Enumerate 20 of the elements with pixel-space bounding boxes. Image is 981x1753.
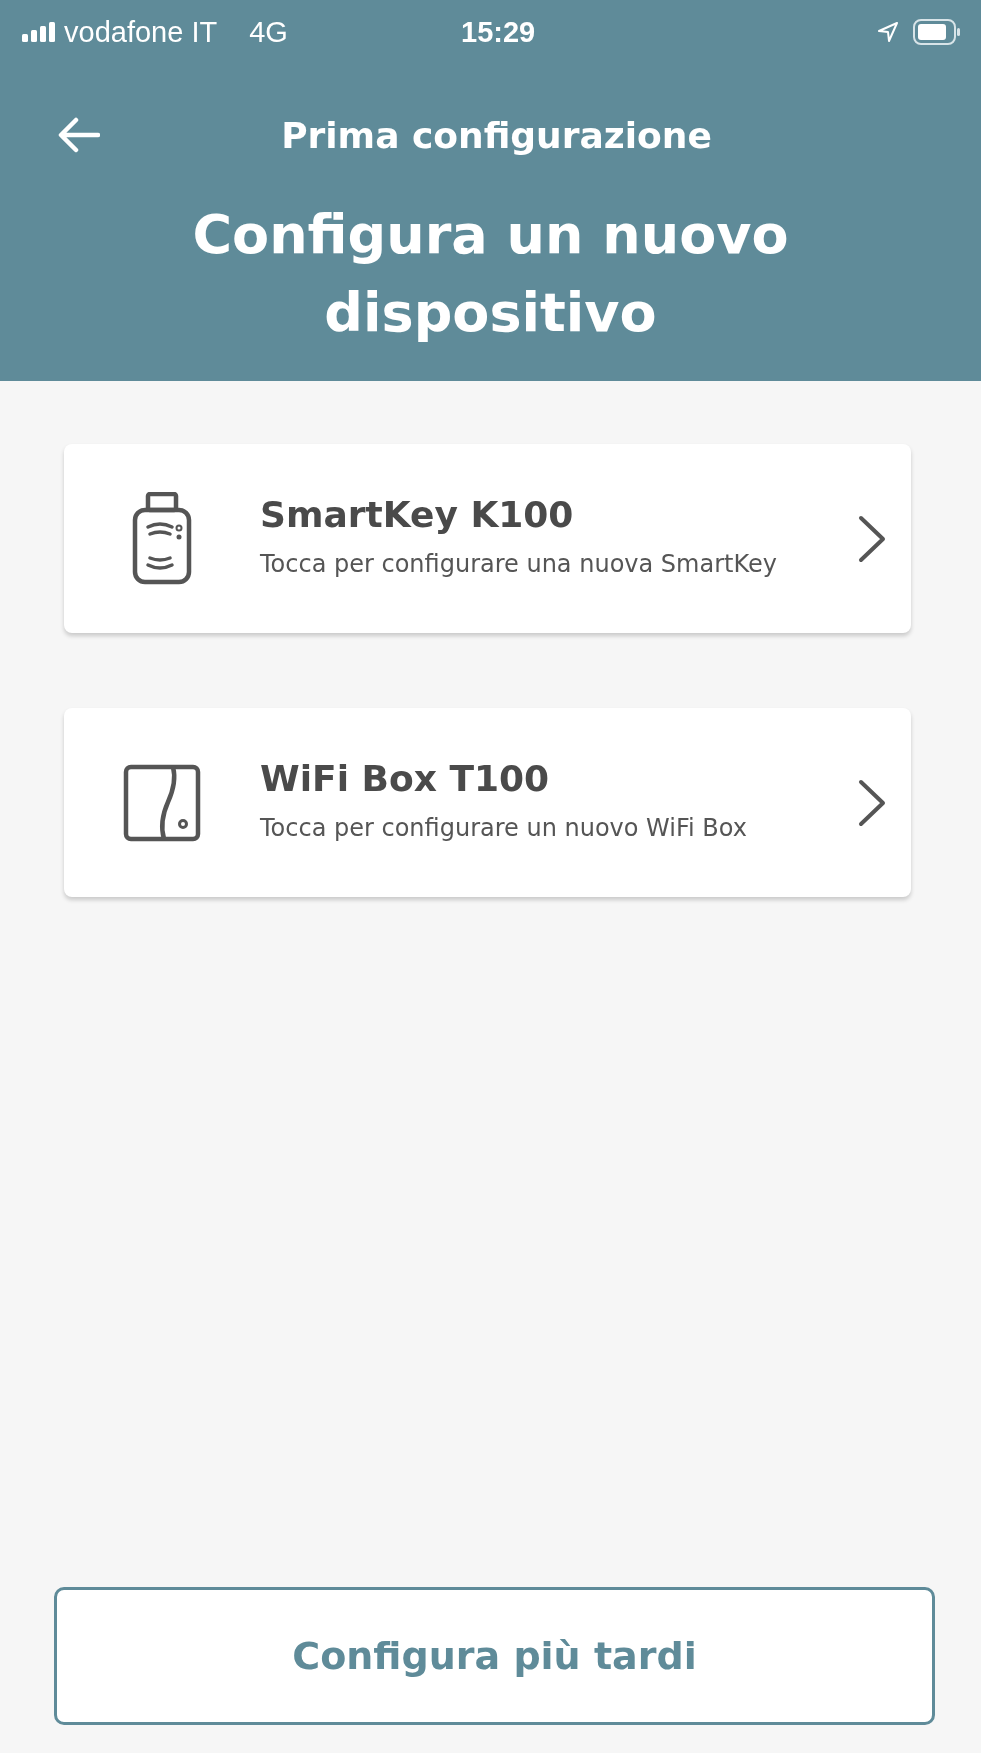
device-name: WiFi Box T100 (260, 758, 551, 799)
wall-box-icon (123, 763, 201, 842)
clock-time: 15:29 (461, 15, 536, 49)
chevron-right-icon (857, 514, 887, 563)
screen-title: Prima configurazione (280, 114, 712, 156)
device-card[interactable]: WiFi Box T100 Tocca per configurare un nuovo WiFi Box (64, 708, 911, 897)
battery-icon (913, 19, 961, 45)
signal-icon (22, 22, 56, 42)
configure-later-button[interactable]: Configura più tardi (54, 1587, 935, 1725)
chevron-right-icon (857, 778, 887, 827)
device-description: Tocca per configurare una nuova SmartKey (260, 549, 778, 580)
device-card[interactable]: SmartKey K100 Tocca per configurare una nuova SmartKey (64, 444, 911, 633)
usb-key-icon (132, 491, 192, 586)
page-heading: Configura un nuovo dispositivo (191, 202, 790, 346)
location-arrow-icon (877, 21, 899, 43)
carrier-name: vodafone IT (64, 15, 218, 49)
network-type: 4G (249, 15, 288, 49)
device-description: Tocca per configurare un nuovo WiFi Box (260, 813, 748, 844)
device-name: SmartKey K100 (260, 494, 575, 535)
back-arrow-icon[interactable] (58, 117, 100, 153)
